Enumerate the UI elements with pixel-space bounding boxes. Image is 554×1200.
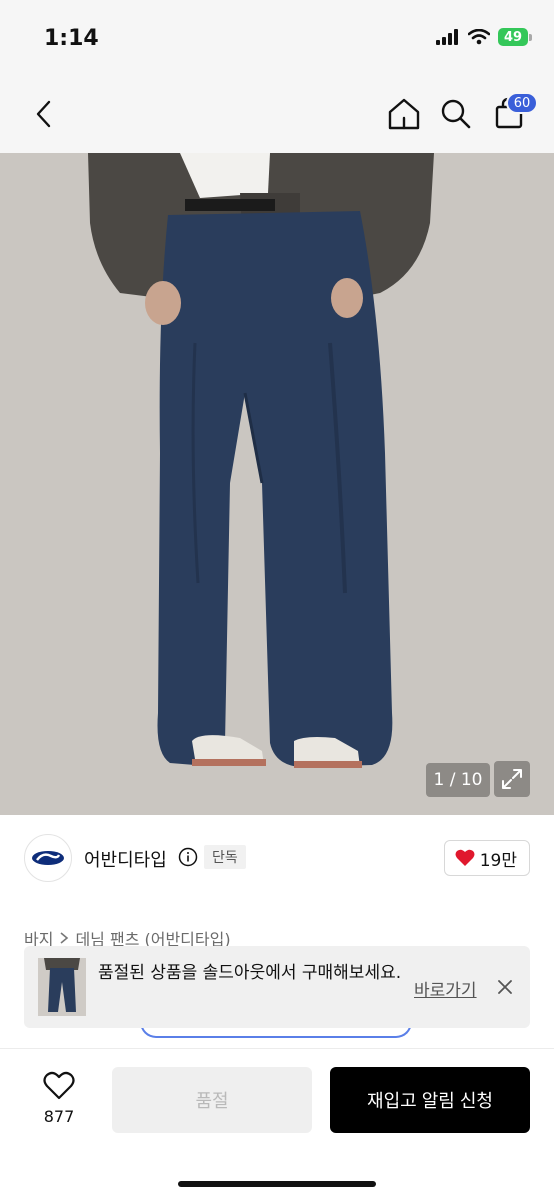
toast-link[interactable]: 바로가기 — [414, 976, 477, 1001]
product-photo — [0, 153, 554, 815]
heart-outline-icon — [43, 1071, 75, 1100]
navigation-bar — [0, 76, 554, 153]
exclusive-badge: 단독 — [204, 845, 246, 869]
status-bar: 1:14 49 — [0, 0, 554, 76]
info-icon[interactable] — [178, 847, 198, 867]
signal-icon — [436, 29, 458, 45]
battery-icon: 49 — [498, 28, 532, 46]
back-chevron-icon — [36, 100, 51, 128]
soldout-toast: 품절된 상품을 솔드아웃에서 구매해보세요. 바로가기 — [24, 946, 530, 1028]
soldout-button[interactable]: 품절 — [112, 1067, 312, 1133]
brand-name[interactable]: 어반디타입 — [84, 846, 167, 872]
toast-message: 품절된 상품을 솔드아웃에서 구매해보세요. — [98, 963, 402, 983]
bottom-action-bar: 877 품절 재입고 알림 신청 — [0, 1048, 554, 1200]
close-icon — [498, 980, 512, 994]
toast-close-button[interactable] — [492, 974, 518, 1000]
back-button[interactable] — [26, 94, 62, 134]
product-image-gallery[interactable]: 1 / 10 — [0, 153, 554, 815]
brand-logo-mark — [32, 851, 64, 865]
cart-count-badge: 60 — [506, 92, 538, 114]
expand-image-button[interactable] — [494, 761, 530, 797]
search-icon — [441, 99, 471, 129]
product-page: 1:14 49 60 1 / 10 어반디타입 단독 19만 바지 데님 팬츠 … — [0, 0, 554, 1200]
battery-level: 49 — [498, 28, 528, 46]
toast-product-thumbnail — [38, 958, 86, 1016]
brand-logo[interactable] — [24, 834, 72, 882]
image-counter: 1 / 10 — [426, 763, 490, 797]
brand-like-count: 19만 — [479, 850, 517, 871]
wishlist-count: 877 — [43, 1107, 75, 1126]
restock-alert-button[interactable]: 재입고 알림 신청 — [330, 1067, 530, 1133]
chevron-right-icon — [60, 932, 69, 944]
brand-like-button[interactable]: 19만 — [443, 840, 530, 876]
home-icon — [388, 98, 420, 130]
search-button[interactable] — [436, 94, 476, 134]
wishlist-button[interactable]: 877 — [30, 1071, 88, 1126]
expand-icon — [502, 769, 522, 789]
status-time: 1:14 — [44, 26, 99, 51]
home-indicator — [178, 1181, 376, 1187]
brand-row: 어반디타입 단독 19만 — [0, 830, 554, 886]
wifi-icon — [468, 29, 490, 45]
heart-icon — [455, 849, 475, 866]
home-button[interactable] — [384, 94, 424, 134]
status-indicators: 49 — [436, 28, 532, 46]
